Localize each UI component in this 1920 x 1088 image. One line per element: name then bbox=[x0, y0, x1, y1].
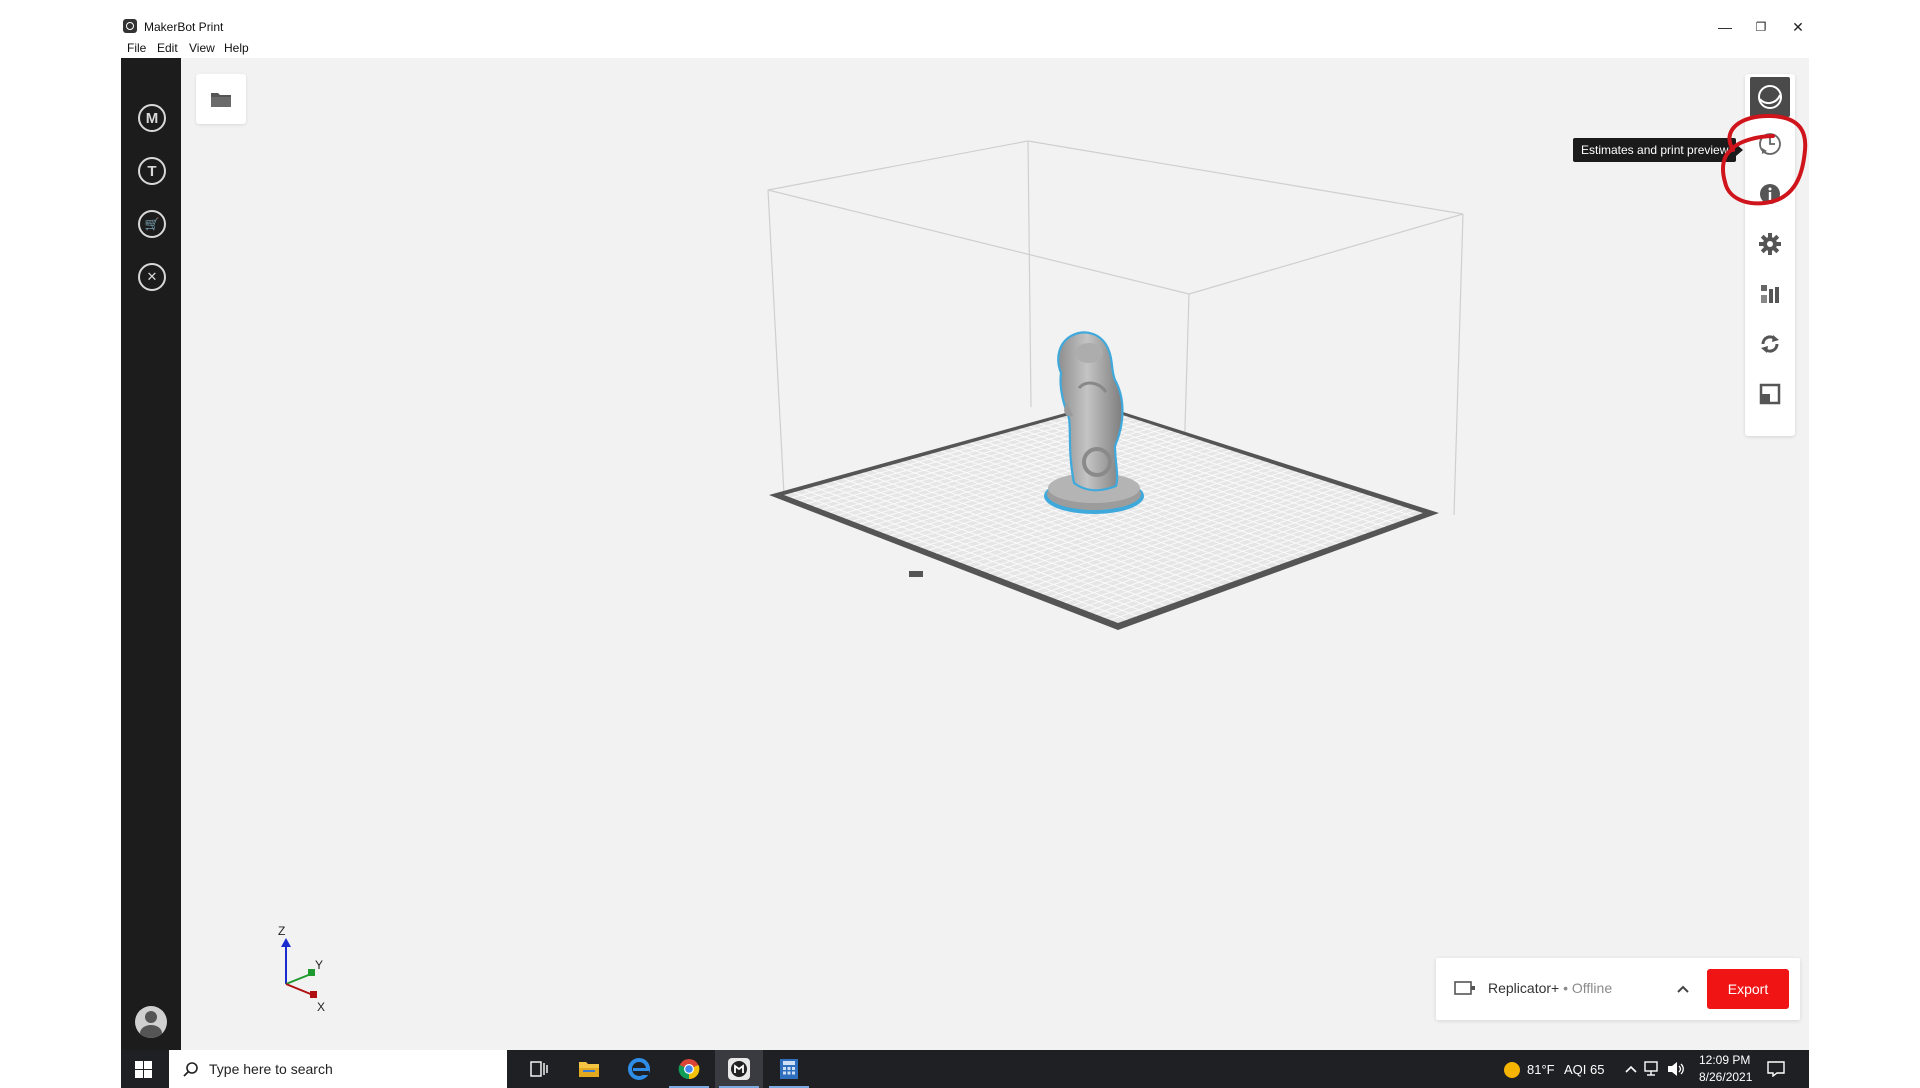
clock-time[interactable]: 12:09 PM bbox=[1699, 1053, 1750, 1067]
restore-button[interactable]: ❐ bbox=[1741, 16, 1781, 38]
taskbar-search-box[interactable]: Type here to search bbox=[169, 1050, 507, 1088]
printer-panel: Replicator+ • Offline Export bbox=[1436, 958, 1800, 1020]
settings-gear-icon bbox=[1759, 233, 1781, 255]
taskbar-makerbot-print[interactable] bbox=[715, 1050, 763, 1088]
app-logo-icon bbox=[123, 19, 137, 33]
store-cart-icon[interactable]: 🛒 bbox=[138, 210, 166, 238]
minimize-button[interactable]: — bbox=[1705, 16, 1745, 38]
axis-gizmo: Z Y X bbox=[278, 924, 325, 1014]
task-view-button[interactable] bbox=[515, 1050, 563, 1088]
window-title: MakerBot Print bbox=[144, 20, 224, 34]
menu-view[interactable]: View bbox=[189, 41, 215, 55]
chrome-icon bbox=[678, 1059, 700, 1080]
folder-icon bbox=[211, 93, 231, 107]
printer-icon bbox=[1454, 981, 1475, 995]
title-bar: MakerBot Print — ❐ ✕ bbox=[121, 16, 1809, 38]
makerbot-print-window: MakerBot Print — ❐ ✕ File Edit View Help… bbox=[121, 16, 1809, 1088]
close-button[interactable]: ✕ bbox=[1778, 16, 1818, 38]
export-button[interactable]: Export bbox=[1707, 969, 1789, 1009]
network-icon[interactable] bbox=[1644, 1061, 1662, 1077]
axis-label-x: X bbox=[317, 1000, 325, 1014]
task-view-icon bbox=[530, 1061, 548, 1077]
axis-label-z: Z bbox=[278, 924, 285, 938]
menu-bar: File Edit View Help bbox=[121, 38, 1809, 58]
red-annotation-circle bbox=[1721, 113, 1808, 206]
thingiverse-icon[interactable]: T bbox=[138, 157, 166, 185]
taskbar-calculator[interactable] bbox=[765, 1050, 813, 1088]
internet-explorer-icon bbox=[628, 1058, 650, 1080]
makerbot-logo-icon[interactable]: M bbox=[138, 104, 166, 132]
left-sidebar: M T 🛒 ✕ bbox=[121, 58, 181, 1050]
build-plate-viewport[interactable]: Z Y X bbox=[181, 58, 1809, 1050]
scale-button[interactable] bbox=[1750, 374, 1790, 414]
file-explorer-icon bbox=[579, 1062, 599, 1077]
taskbar-edge[interactable] bbox=[615, 1050, 663, 1088]
windows-taskbar: Type here to search 81°F AQI 65 12:09 PM… bbox=[121, 1050, 1809, 1088]
rotate-icon bbox=[1761, 335, 1779, 353]
windows-start-icon[interactable] bbox=[135, 1061, 152, 1078]
clock-date[interactable]: 8/26/2021 bbox=[1699, 1070, 1752, 1084]
calculator-icon bbox=[780, 1059, 798, 1079]
open-file-button[interactable] bbox=[196, 74, 246, 124]
makerbot-app-icon bbox=[728, 1058, 750, 1080]
axis-label-y: Y bbox=[315, 958, 323, 972]
view-icon bbox=[1758, 85, 1782, 109]
tray-chevron-up-icon[interactable] bbox=[1625, 1064, 1637, 1074]
weather-sun-icon[interactable] bbox=[1503, 1061, 1521, 1079]
search-icon bbox=[183, 1062, 198, 1077]
chevron-up-icon[interactable] bbox=[1676, 984, 1690, 994]
taskbar-file-explorer[interactable] bbox=[565, 1050, 613, 1088]
weather-temperature[interactable]: 81°F bbox=[1527, 1062, 1555, 1077]
printer-status: Offline bbox=[1571, 980, 1613, 996]
menu-help[interactable]: Help bbox=[224, 41, 249, 55]
volume-icon[interactable] bbox=[1667, 1061, 1685, 1077]
search-placeholder: Type here to search bbox=[209, 1061, 333, 1077]
plate-notch bbox=[909, 571, 923, 577]
taskbar-chrome[interactable] bbox=[665, 1050, 713, 1088]
arrange-button[interactable] bbox=[1750, 274, 1790, 314]
weather-aqi[interactable]: AQI 65 bbox=[1564, 1062, 1604, 1077]
menu-file[interactable]: File bbox=[127, 41, 146, 55]
scale-icon bbox=[1759, 383, 1781, 405]
menu-edit[interactable]: Edit bbox=[157, 41, 178, 55]
account-avatar[interactable] bbox=[135, 1006, 167, 1038]
tools-icon[interactable]: ✕ bbox=[138, 263, 166, 291]
rotate-button[interactable] bbox=[1750, 324, 1790, 364]
printer-name[interactable]: Replicator+ • Offline bbox=[1488, 980, 1612, 996]
arrange-icon bbox=[1761, 285, 1779, 303]
settings-button[interactable] bbox=[1750, 224, 1790, 264]
notifications-icon[interactable] bbox=[1767, 1061, 1785, 1077]
